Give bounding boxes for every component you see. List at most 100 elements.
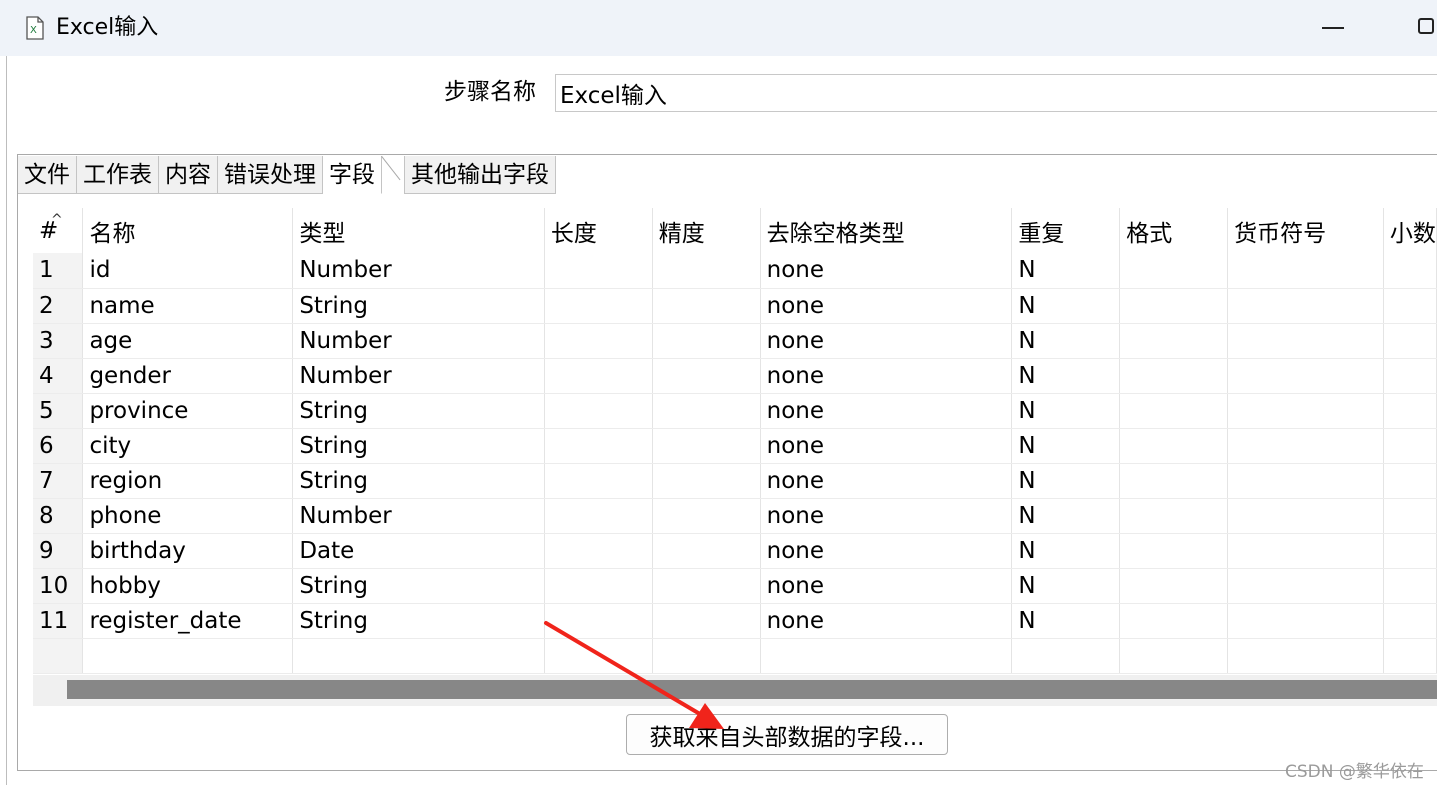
currency-cell[interactable] (1227, 323, 1384, 359)
field-type-cell[interactable]: Number (292, 358, 545, 394)
row-index-cell[interactable]: 9 (33, 533, 84, 569)
precision-cell[interactable] (652, 323, 761, 359)
field-name-cell[interactable]: id (82, 253, 294, 289)
precision-cell[interactable] (652, 288, 761, 324)
field-type-cell[interactable]: String (292, 603, 545, 639)
row-index-cell[interactable]: 7 (33, 463, 84, 499)
currency-cell[interactable] (1227, 463, 1384, 499)
field-type-cell[interactable]: Number (292, 253, 545, 289)
column-header-precision[interactable]: 精度 (652, 208, 761, 253)
format-cell[interactable] (1119, 463, 1229, 499)
field-name-cell[interactable]: name (82, 288, 294, 324)
maximize-button[interactable] (1418, 18, 1434, 34)
repeat-cell[interactable]: N (1011, 568, 1121, 604)
get-fields-button[interactable]: 获取来自头部数据的字段... (626, 714, 948, 755)
format-cell[interactable] (1119, 498, 1229, 534)
row-index-cell[interactable]: 1 (33, 253, 84, 289)
format-cell[interactable] (1119, 568, 1229, 604)
decimal-cell[interactable] (1383, 603, 1437, 639)
format-cell[interactable] (1119, 393, 1229, 429)
repeat-cell[interactable]: N (1011, 463, 1121, 499)
repeat-cell[interactable]: N (1011, 533, 1121, 569)
currency-cell[interactable] (1227, 638, 1384, 674)
precision-cell[interactable] (652, 533, 761, 569)
table-row[interactable]: 10 hobby String none N (33, 568, 1437, 604)
trim-type-cell[interactable]: none (760, 498, 1013, 534)
length-cell[interactable] (544, 323, 653, 359)
decimal-cell[interactable] (1383, 638, 1437, 674)
format-cell[interactable] (1119, 253, 1229, 289)
column-header-length[interactable]: 长度 (544, 208, 653, 253)
currency-cell[interactable] (1227, 393, 1384, 429)
tab-file[interactable]: 文件 (18, 156, 77, 194)
decimal-cell[interactable] (1383, 568, 1437, 604)
length-cell[interactable] (544, 463, 653, 499)
format-cell[interactable] (1119, 428, 1229, 464)
table-row[interactable]: 1 id Number none N (33, 253, 1437, 289)
tab-fields[interactable]: 字段 (323, 156, 382, 194)
repeat-cell[interactable]: N (1011, 358, 1121, 394)
step-name-input[interactable] (555, 74, 1437, 112)
precision-cell[interactable] (652, 638, 761, 674)
decimal-cell[interactable] (1383, 498, 1437, 534)
horizontal-scrollbar-thumb[interactable] (67, 680, 1437, 699)
column-header-index[interactable]: ^ # (33, 208, 84, 253)
precision-cell[interactable] (652, 603, 761, 639)
decimal-cell[interactable] (1383, 428, 1437, 464)
table-row[interactable]: 5 province String none N (33, 393, 1437, 429)
table-row[interactable]: 4 gender Number none N (33, 358, 1437, 394)
precision-cell[interactable] (652, 428, 761, 464)
field-type-cell[interactable]: String (292, 428, 545, 464)
repeat-cell[interactable]: N (1011, 253, 1121, 289)
trim-type-cell[interactable]: none (760, 358, 1013, 394)
currency-cell[interactable] (1227, 498, 1384, 534)
field-type-cell[interactable]: Number (292, 498, 545, 534)
table-row[interactable]: 9 birthday Date none N (33, 533, 1437, 569)
column-header-currency[interactable]: 货币符号 (1227, 208, 1384, 253)
length-cell[interactable] (544, 428, 653, 464)
row-index-cell[interactable]: 3 (33, 323, 84, 359)
length-cell[interactable] (544, 288, 653, 324)
column-header-trim-type[interactable]: 去除空格类型 (760, 208, 1013, 253)
field-type-cell[interactable]: String (292, 288, 545, 324)
currency-cell[interactable] (1227, 288, 1384, 324)
table-row[interactable]: 2 name String none N (33, 288, 1437, 324)
currency-cell[interactable] (1227, 358, 1384, 394)
repeat-cell[interactable]: N (1011, 323, 1121, 359)
trim-type-cell[interactable]: none (760, 288, 1013, 324)
trim-type-cell[interactable] (760, 638, 1013, 674)
repeat-cell[interactable]: N (1011, 428, 1121, 464)
trim-type-cell[interactable]: none (760, 568, 1013, 604)
repeat-cell[interactable] (1011, 638, 1121, 674)
field-type-cell[interactable] (292, 638, 545, 674)
length-cell[interactable] (544, 533, 653, 569)
repeat-cell[interactable]: N (1011, 288, 1121, 324)
length-cell[interactable] (544, 603, 653, 639)
field-type-cell[interactable]: Date (292, 533, 545, 569)
precision-cell[interactable] (652, 253, 761, 289)
precision-cell[interactable] (652, 393, 761, 429)
repeat-cell[interactable]: N (1011, 393, 1121, 429)
trim-type-cell[interactable]: none (760, 428, 1013, 464)
row-index-cell[interactable]: 4 (33, 358, 84, 394)
repeat-cell[interactable]: N (1011, 603, 1121, 639)
field-name-cell[interactable]: region (82, 463, 294, 499)
field-type-cell[interactable]: Number (292, 323, 545, 359)
currency-cell[interactable] (1227, 428, 1384, 464)
repeat-cell[interactable]: N (1011, 498, 1121, 534)
format-cell[interactable] (1119, 638, 1229, 674)
length-cell[interactable] (544, 358, 653, 394)
row-index-cell[interactable]: 10 (33, 568, 84, 604)
decimal-cell[interactable] (1383, 358, 1437, 394)
format-cell[interactable] (1119, 603, 1229, 639)
column-header-name[interactable]: 名称 (82, 208, 294, 253)
decimal-cell[interactable] (1383, 393, 1437, 429)
table-row[interactable]: 3 age Number none N (33, 323, 1437, 359)
field-name-cell[interactable]: birthday (82, 533, 294, 569)
trim-type-cell[interactable]: none (760, 393, 1013, 429)
field-name-cell[interactable]: gender (82, 358, 294, 394)
decimal-cell[interactable] (1383, 253, 1437, 289)
trim-type-cell[interactable]: none (760, 463, 1013, 499)
currency-cell[interactable] (1227, 253, 1384, 289)
length-cell[interactable] (544, 253, 653, 289)
